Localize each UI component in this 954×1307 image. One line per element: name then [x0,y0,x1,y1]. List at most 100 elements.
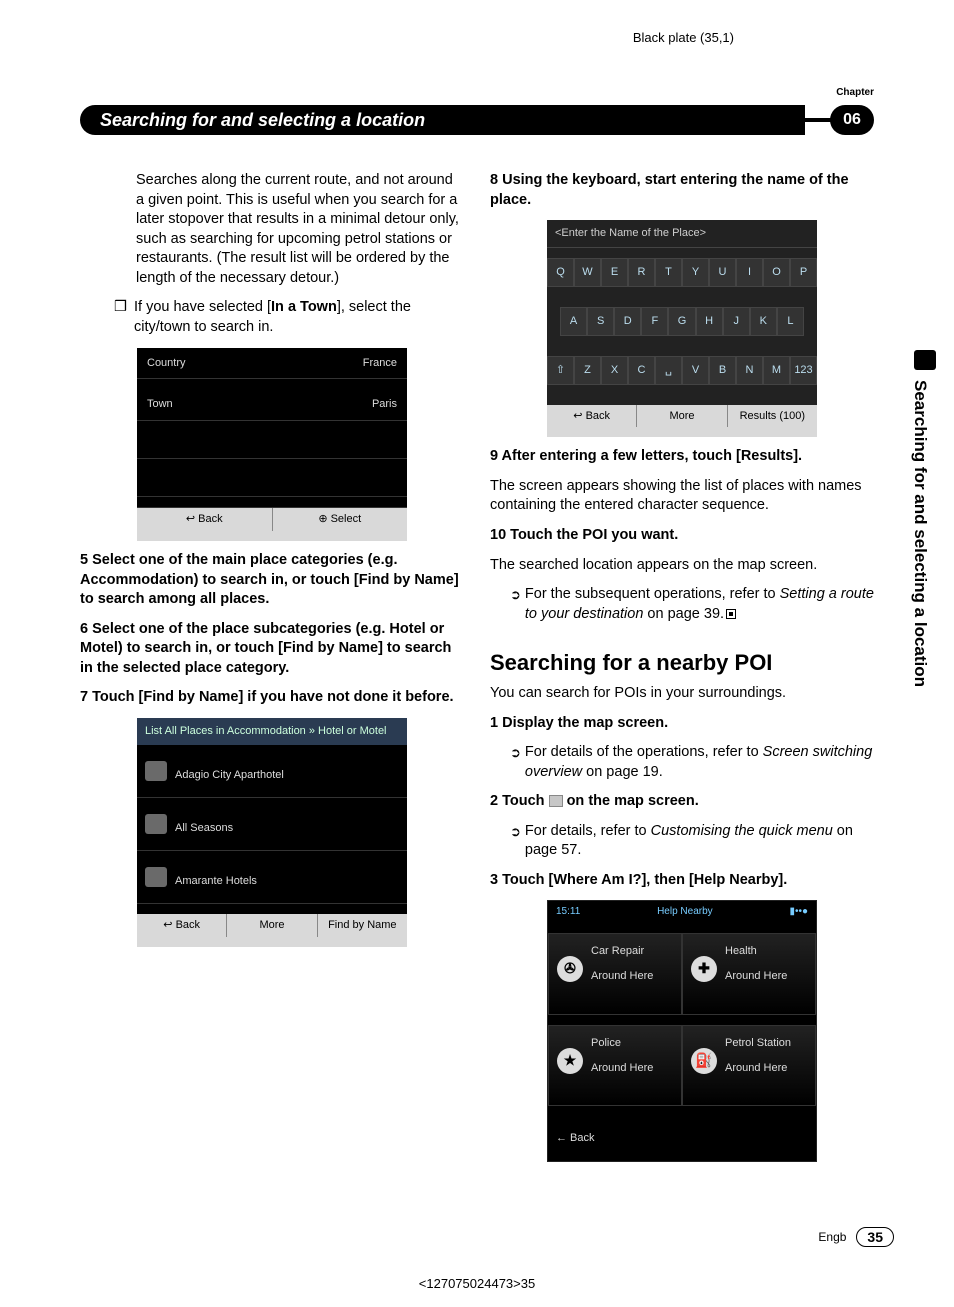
left-column: Searches along the current route, and no… [80,171,464,1172]
step-7: 7 Touch [Find by Name] if you have not d… [80,688,464,708]
select-button[interactable]: ⊕ Select [273,508,408,531]
key[interactable]: U [709,258,736,287]
key[interactable]: K [750,307,777,336]
key[interactable]: X [601,356,628,385]
key[interactable]: H [696,307,723,336]
key[interactable]: E [601,258,628,287]
key[interactable]: Q [547,258,574,287]
key[interactable]: B [709,356,736,385]
health-icon: ✚ [691,956,717,982]
list-item-label: All Seasons [175,821,233,836]
space-key[interactable]: ␣ [655,356,682,385]
value-country: France [363,356,397,371]
help-petrol[interactable]: ⛽ Petrol StationAround Here [682,1025,816,1107]
step-10-body: The searched location appears on the map… [490,556,874,576]
screenshot-help-nearby: 15:11 Help Nearby ▮••● ✇ Car RepairAroun… [547,900,817,1162]
value-town: Paris [372,397,397,412]
find-by-name-button[interactable]: Find by Name [318,914,407,937]
back-button[interactable]: ↩ Back [137,508,273,531]
key[interactable]: C [628,356,655,385]
key[interactable]: S [587,307,614,336]
document-code: <127075024473>35 [0,1276,954,1291]
nearby-step-2: 2 Touch on the map screen. [490,792,874,812]
quick-menu-icon [549,795,563,807]
label: Health [725,944,787,959]
label-in-a-town: In a Town [271,299,337,315]
reference-text: For details, refer to Customising the qu… [525,822,874,861]
key[interactable]: I [736,258,763,287]
chapter-title: Searching for and selecting a location [80,105,805,135]
reference-text: For details of the operations, refer to … [525,743,874,782]
results-button[interactable]: Results (100) [728,405,817,428]
shift-key[interactable]: ⇧ [547,356,574,385]
step-9-head: 9 After entering a few letters, touch [R… [490,447,874,467]
screenshot-place-list: List All Places in Accommodation » Hotel… [137,718,407,947]
keyboard-input[interactable]: <Enter the Name of the Place> [547,220,817,248]
help-car-repair[interactable]: ✇ Car RepairAround Here [548,933,682,1015]
nearby-step-1: 1 Display the map screen. [490,714,874,734]
hotel-icon [145,761,167,781]
key[interactable]: T [655,258,682,287]
help-health[interactable]: ✚ Health Around Here [682,933,816,1015]
right-column: 8 Using the keyboard, start entering the… [490,171,874,1172]
bullet-in-a-town: If you have selected [In a Town], select… [134,298,464,337]
reference-icon: ➲ [510,823,521,862]
label-country: Country [147,356,186,371]
plate-mark: Black plate (35,1) [80,20,874,45]
sublabel: Around Here [591,969,653,984]
status-icons: ▮••● [789,905,808,919]
nearby-step-3: 3 Touch [Where Am I?], then [Help Nearby… [490,871,874,891]
list-item[interactable]: Adagio City Aparthotel [137,755,407,798]
hotel-icon [145,867,167,887]
back-button[interactable]: ↩ Back [137,914,227,937]
screenshot-town-select: Country France Town Paris ↩ Back ⊕ Selec… [137,348,407,542]
list-item-label: Amarante Hotels [175,874,257,889]
sublabel: Around Here [725,1061,791,1076]
key[interactable]: W [574,258,601,287]
key[interactable]: V [682,356,709,385]
back-button[interactable]: ← Back [548,1126,816,1151]
footer-lang: Engb [818,1230,846,1244]
list-item[interactable]: All Seasons [137,808,407,851]
help-police[interactable]: ★ PoliceAround Here [548,1025,682,1107]
sublabel: Around Here [725,969,787,984]
key[interactable]: M [763,356,790,385]
more-button[interactable]: More [637,405,727,428]
page-number: 35 [856,1227,894,1247]
back-button[interactable]: ↩ Back [547,405,637,428]
reference-icon: ➲ [510,744,521,783]
side-tab: Searching for and selecting a location [910,380,930,687]
key[interactable]: N [736,356,763,385]
text: on the map screen. [563,793,699,809]
label-town: Town [147,397,173,412]
numeric-key[interactable]: 123 [790,356,817,385]
row-country[interactable]: Country France [137,348,407,380]
key[interactable]: J [723,307,750,336]
reference-icon: ➲ [510,586,521,625]
key[interactable]: G [668,307,695,336]
chapter-number: 06 [830,105,874,135]
police-icon: ★ [557,1048,583,1074]
more-button[interactable]: More [227,914,317,937]
ref-title: Customising the quick menu [651,823,833,839]
chapter-header: Chapter Searching for and selecting a lo… [80,105,874,135]
text: 2 Touch [490,793,549,809]
list-item[interactable]: Amarante Hotels [137,861,407,904]
text: For the subsequent operations, refer to [525,586,780,602]
key[interactable]: L [777,307,804,336]
key[interactable]: P [790,258,817,287]
key[interactable]: Z [574,356,601,385]
key[interactable]: Y [682,258,709,287]
key[interactable]: R [628,258,655,287]
text: For details of the operations, refer to [525,744,763,760]
text: on page 39. [643,606,724,622]
row-town[interactable]: Town Paris [137,389,407,421]
key[interactable]: A [560,307,587,336]
key[interactable]: D [614,307,641,336]
page-footer: Engb 35 [818,1227,894,1247]
key[interactable]: F [641,307,668,336]
key[interactable]: O [763,258,790,287]
screen-title: Help Nearby [657,905,713,919]
chapter-label: Chapter [836,87,874,98]
step-10-head: 10 Touch the POI you want. [490,526,874,546]
